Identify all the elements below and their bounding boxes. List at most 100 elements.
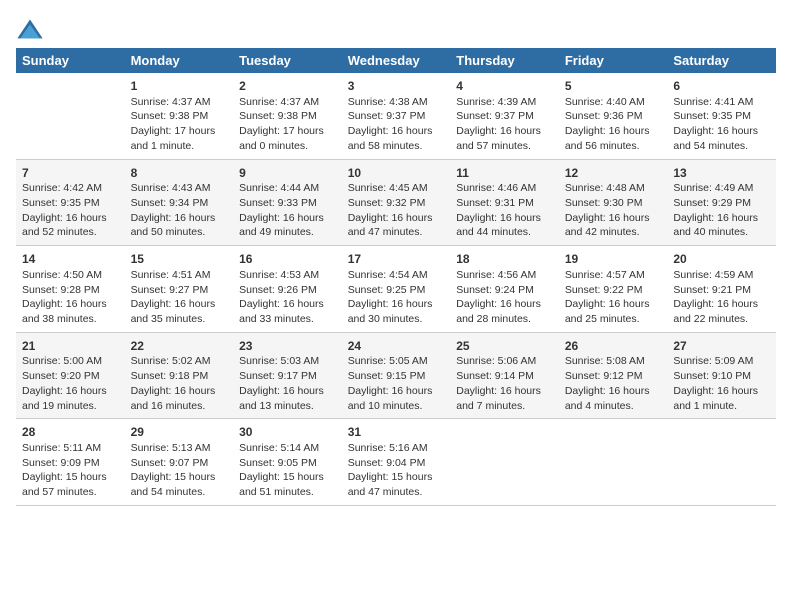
calendar-cell [559, 419, 668, 506]
sunset-info: Sunset: 9:12 PM [565, 369, 662, 384]
day-number: 29 [131, 424, 228, 441]
daylight-info: Daylight: 15 hours and 54 minutes. [131, 470, 228, 499]
day-number: 8 [131, 165, 228, 182]
sunset-info: Sunset: 9:14 PM [456, 369, 553, 384]
sunset-info: Sunset: 9:25 PM [348, 283, 445, 298]
sunrise-info: Sunrise: 5:14 AM [239, 441, 336, 456]
calendar-cell [667, 419, 776, 506]
daylight-info: Daylight: 17 hours and 1 minute. [131, 124, 228, 153]
sunrise-info: Sunrise: 4:48 AM [565, 181, 662, 196]
sunrise-info: Sunrise: 5:09 AM [673, 354, 770, 369]
sunrise-info: Sunrise: 5:06 AM [456, 354, 553, 369]
sunset-info: Sunset: 9:28 PM [22, 283, 119, 298]
daylight-info: Daylight: 16 hours and 57 minutes. [456, 124, 553, 153]
sunset-info: Sunset: 9:20 PM [22, 369, 119, 384]
daylight-info: Daylight: 16 hours and 22 minutes. [673, 297, 770, 326]
day-number: 9 [239, 165, 336, 182]
sunset-info: Sunset: 9:05 PM [239, 456, 336, 471]
calendar-cell: 26 Sunrise: 5:08 AM Sunset: 9:12 PM Dayl… [559, 332, 668, 419]
calendar-cell: 31 Sunrise: 5:16 AM Sunset: 9:04 PM Dayl… [342, 419, 451, 506]
column-header-wednesday: Wednesday [342, 48, 451, 73]
daylight-info: Daylight: 16 hours and 52 minutes. [22, 211, 119, 240]
sunset-info: Sunset: 9:22 PM [565, 283, 662, 298]
sunrise-info: Sunrise: 4:41 AM [673, 95, 770, 110]
calendar-cell: 18 Sunrise: 4:56 AM Sunset: 9:24 PM Dayl… [450, 246, 559, 333]
daylight-info: Daylight: 16 hours and 1 minute. [673, 384, 770, 413]
sunrise-info: Sunrise: 4:40 AM [565, 95, 662, 110]
calendar-table: SundayMondayTuesdayWednesdayThursdayFrid… [16, 48, 776, 506]
sunrise-info: Sunrise: 4:42 AM [22, 181, 119, 196]
sunset-info: Sunset: 9:10 PM [673, 369, 770, 384]
daylight-info: Daylight: 16 hours and 58 minutes. [348, 124, 445, 153]
calendar-cell: 12 Sunrise: 4:48 AM Sunset: 9:30 PM Dayl… [559, 159, 668, 246]
calendar-cell: 17 Sunrise: 4:54 AM Sunset: 9:25 PM Dayl… [342, 246, 451, 333]
calendar-cell: 23 Sunrise: 5:03 AM Sunset: 9:17 PM Dayl… [233, 332, 342, 419]
daylight-info: Daylight: 16 hours and 40 minutes. [673, 211, 770, 240]
calendar-cell: 2 Sunrise: 4:37 AM Sunset: 9:38 PM Dayli… [233, 73, 342, 159]
calendar-cell: 8 Sunrise: 4:43 AM Sunset: 9:34 PM Dayli… [125, 159, 234, 246]
header-row: SundayMondayTuesdayWednesdayThursdayFrid… [16, 48, 776, 73]
day-number: 4 [456, 78, 553, 95]
calendar-cell: 9 Sunrise: 4:44 AM Sunset: 9:33 PM Dayli… [233, 159, 342, 246]
sunset-info: Sunset: 9:30 PM [565, 196, 662, 211]
daylight-info: Daylight: 15 hours and 57 minutes. [22, 470, 119, 499]
sunrise-info: Sunrise: 5:11 AM [22, 441, 119, 456]
sunrise-info: Sunrise: 5:08 AM [565, 354, 662, 369]
day-number: 11 [456, 165, 553, 182]
daylight-info: Daylight: 16 hours and 30 minutes. [348, 297, 445, 326]
sunset-info: Sunset: 9:09 PM [22, 456, 119, 471]
day-number: 13 [673, 165, 770, 182]
sunset-info: Sunset: 9:34 PM [131, 196, 228, 211]
calendar-cell: 7 Sunrise: 4:42 AM Sunset: 9:35 PM Dayli… [16, 159, 125, 246]
sunrise-info: Sunrise: 4:56 AM [456, 268, 553, 283]
sunrise-info: Sunrise: 4:45 AM [348, 181, 445, 196]
sunset-info: Sunset: 9:36 PM [565, 109, 662, 124]
sunrise-info: Sunrise: 5:02 AM [131, 354, 228, 369]
calendar-cell: 11 Sunrise: 4:46 AM Sunset: 9:31 PM Dayl… [450, 159, 559, 246]
calendar-cell [16, 73, 125, 159]
sunset-info: Sunset: 9:33 PM [239, 196, 336, 211]
calendar-cell: 5 Sunrise: 4:40 AM Sunset: 9:36 PM Dayli… [559, 73, 668, 159]
daylight-info: Daylight: 16 hours and 49 minutes. [239, 211, 336, 240]
daylight-info: Daylight: 16 hours and 44 minutes. [456, 211, 553, 240]
sunrise-info: Sunrise: 4:49 AM [673, 181, 770, 196]
day-number: 10 [348, 165, 445, 182]
daylight-info: Daylight: 16 hours and 35 minutes. [131, 297, 228, 326]
day-number: 28 [22, 424, 119, 441]
calendar-cell: 27 Sunrise: 5:09 AM Sunset: 9:10 PM Dayl… [667, 332, 776, 419]
day-number: 22 [131, 338, 228, 355]
daylight-info: Daylight: 16 hours and 28 minutes. [456, 297, 553, 326]
daylight-info: Daylight: 16 hours and 33 minutes. [239, 297, 336, 326]
day-number: 19 [565, 251, 662, 268]
daylight-info: Daylight: 16 hours and 13 minutes. [239, 384, 336, 413]
sunrise-info: Sunrise: 5:05 AM [348, 354, 445, 369]
sunset-info: Sunset: 9:35 PM [22, 196, 119, 211]
calendar-cell: 22 Sunrise: 5:02 AM Sunset: 9:18 PM Dayl… [125, 332, 234, 419]
calendar-cell: 19 Sunrise: 4:57 AM Sunset: 9:22 PM Dayl… [559, 246, 668, 333]
sunset-info: Sunset: 9:21 PM [673, 283, 770, 298]
calendar-cell: 25 Sunrise: 5:06 AM Sunset: 9:14 PM Dayl… [450, 332, 559, 419]
sunset-info: Sunset: 9:27 PM [131, 283, 228, 298]
calendar-cell: 20 Sunrise: 4:59 AM Sunset: 9:21 PM Dayl… [667, 246, 776, 333]
day-number: 21 [22, 338, 119, 355]
day-number: 25 [456, 338, 553, 355]
day-number: 3 [348, 78, 445, 95]
calendar-cell: 28 Sunrise: 5:11 AM Sunset: 9:09 PM Dayl… [16, 419, 125, 506]
calendar-cell: 3 Sunrise: 4:38 AM Sunset: 9:37 PM Dayli… [342, 73, 451, 159]
sunset-info: Sunset: 9:15 PM [348, 369, 445, 384]
column-header-tuesday: Tuesday [233, 48, 342, 73]
day-number: 7 [22, 165, 119, 182]
sunset-info: Sunset: 9:17 PM [239, 369, 336, 384]
sunrise-info: Sunrise: 5:13 AM [131, 441, 228, 456]
day-number: 5 [565, 78, 662, 95]
sunset-info: Sunset: 9:32 PM [348, 196, 445, 211]
sunrise-info: Sunrise: 4:59 AM [673, 268, 770, 283]
calendar-cell [450, 419, 559, 506]
sunrise-info: Sunrise: 4:37 AM [239, 95, 336, 110]
calendar-week-1: 1 Sunrise: 4:37 AM Sunset: 9:38 PM Dayli… [16, 73, 776, 159]
column-header-thursday: Thursday [450, 48, 559, 73]
calendar-cell: 21 Sunrise: 5:00 AM Sunset: 9:20 PM Dayl… [16, 332, 125, 419]
sunset-info: Sunset: 9:37 PM [348, 109, 445, 124]
daylight-info: Daylight: 16 hours and 19 minutes. [22, 384, 119, 413]
calendar-week-3: 14 Sunrise: 4:50 AM Sunset: 9:28 PM Dayl… [16, 246, 776, 333]
